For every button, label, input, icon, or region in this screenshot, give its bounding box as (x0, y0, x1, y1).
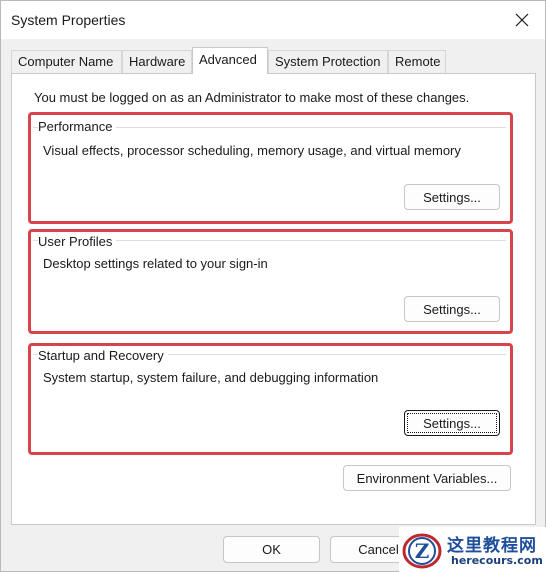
advanced-tab-panel: You must be logged on as an Administrato… (11, 73, 536, 525)
window-title: System Properties (11, 12, 126, 28)
performance-group: Performance Visual effects, processor sc… (28, 112, 513, 224)
environment-variables-button[interactable]: Environment Variables... (343, 465, 511, 491)
ok-button-label: OK (262, 542, 281, 557)
svg-text:Z: Z (415, 539, 430, 563)
settings-button-label: Settings... (423, 189, 481, 205)
tab-hardware[interactable]: Hardware (122, 50, 192, 73)
settings-button-label: Settings... (423, 415, 481, 431)
group-description-startup-recovery: System startup, system failure, and debu… (43, 370, 379, 385)
settings-button-label: Settings... (423, 301, 481, 317)
startup-recovery-group: Startup and Recovery System startup, sys… (28, 343, 513, 455)
tab-advanced[interactable]: Advanced (192, 47, 268, 74)
close-button[interactable] (499, 1, 545, 39)
watermark-logo-icon: Z (402, 533, 442, 569)
group-description-user-profiles: Desktop settings related to your sign-in (43, 256, 268, 271)
group-title-startup-recovery: Startup and Recovery (38, 348, 168, 363)
environment-variables-label: Environment Variables... (356, 470, 498, 486)
startup-recovery-settings-button[interactable]: Settings... (404, 410, 500, 436)
cancel-button-label: Cancel (358, 542, 399, 557)
tab-system-protection[interactable]: System Protection (268, 50, 388, 73)
admin-note: You must be logged on as an Administrato… (34, 90, 470, 105)
user-profiles-group: User Profiles Desktop settings related t… (28, 229, 513, 334)
close-icon (515, 13, 529, 27)
group-title-performance: Performance (38, 119, 117, 134)
watermark-subtitle: herecours.com (451, 554, 543, 567)
user-profiles-settings-button[interactable]: Settings... (404, 296, 500, 322)
watermark: Z 这里教程网 herecours.com (399, 527, 546, 572)
watermark-title: 这里教程网 (447, 536, 537, 556)
performance-settings-button[interactable]: Settings... (404, 184, 500, 210)
ok-button[interactable]: OK (223, 536, 320, 563)
title-bar: System Properties (1, 1, 545, 39)
tab-remote[interactable]: Remote (388, 50, 446, 73)
group-description-performance: Visual effects, processor scheduling, me… (43, 143, 461, 158)
tab-computer-name[interactable]: Computer Name (11, 50, 122, 73)
group-title-user-profiles: User Profiles (38, 234, 117, 249)
system-properties-window: System Properties Computer Name Hardware… (0, 0, 546, 572)
